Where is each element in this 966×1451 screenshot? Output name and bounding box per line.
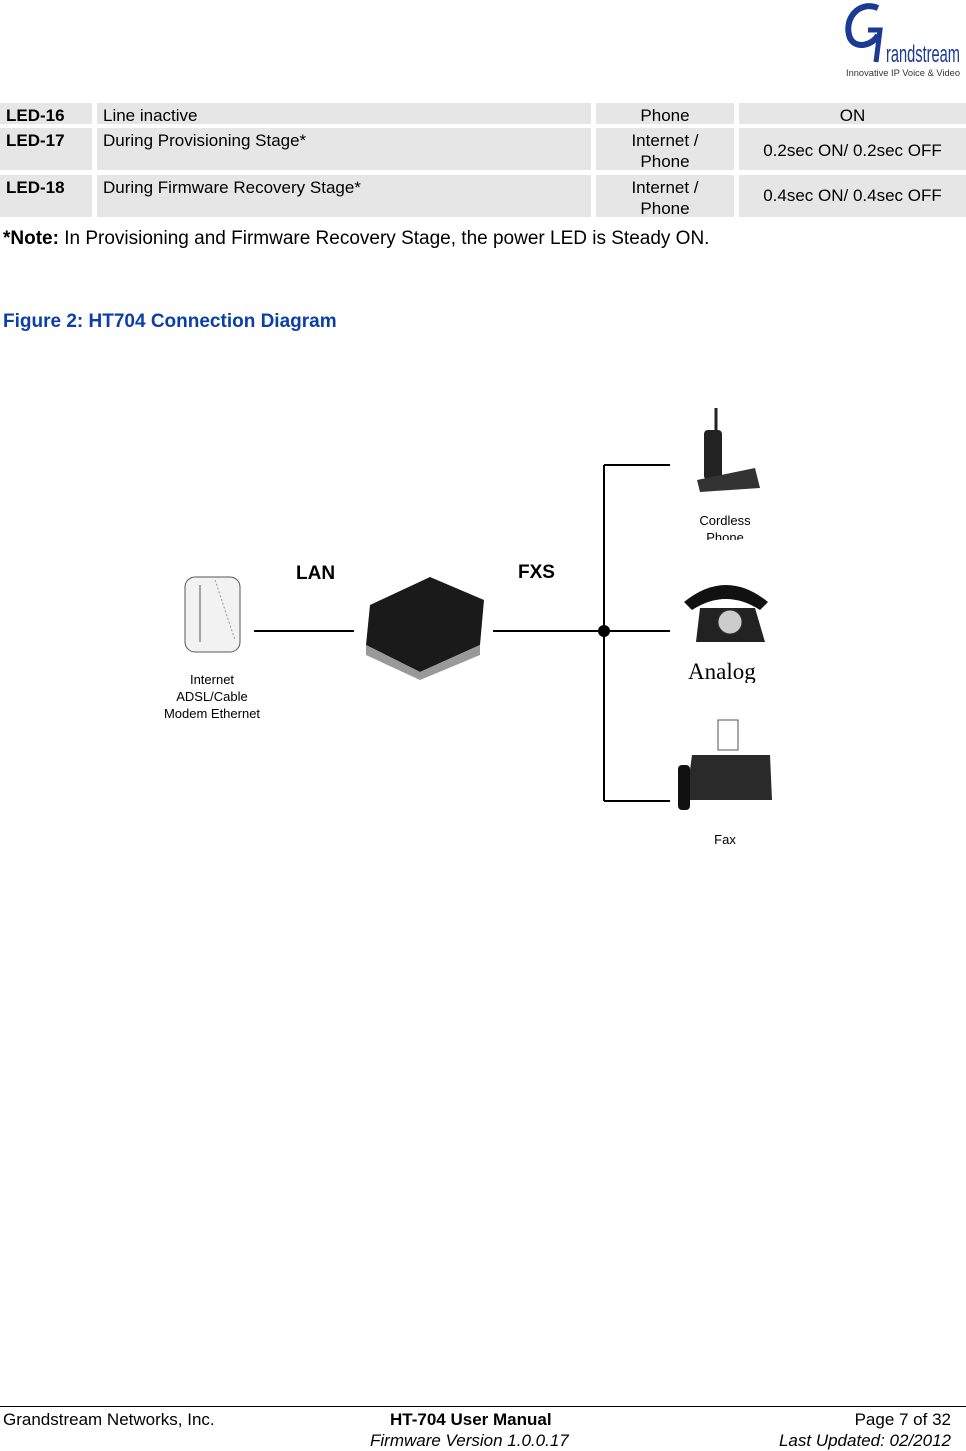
svg-text:Innovative IP Voice & Video: Innovative IP Voice & Video (846, 68, 960, 78)
analog-label: Analog (688, 659, 756, 683)
grandstream-logo: randstream Innovative IP Voice & Video (838, 0, 964, 80)
note: *Note: In Provisioning and Firmware Reco… (3, 228, 710, 249)
cordless-phone-label: Cordless Phone (699, 513, 751, 540)
connection-diagram: LAN FXS Internet ADSL/Cable Modem Ethernet… (0, 380, 966, 880)
modem-icon (184, 576, 241, 653)
modem-label: Internet ADSL/Cable Modem Ethernet (163, 672, 261, 721)
analog-phone-icon (684, 585, 768, 642)
footer-divider (0, 1406, 966, 1407)
ht704-device-icon (366, 577, 484, 680)
figure-caption: Figure 2: HT704 Connection Diagram (3, 311, 337, 332)
svg-text:randstream: randstream (886, 41, 960, 68)
fxs-label: FXS (518, 562, 555, 583)
logo-g-icon: randstreamInnovative IP Voice & Video (845, 3, 960, 78)
fax-icon (678, 719, 772, 810)
fax-label: Fax (714, 832, 736, 847)
cordless-phone-icon (697, 408, 760, 492)
diagram-lines (184, 408, 772, 810)
lan-label: LAN (296, 563, 336, 584)
